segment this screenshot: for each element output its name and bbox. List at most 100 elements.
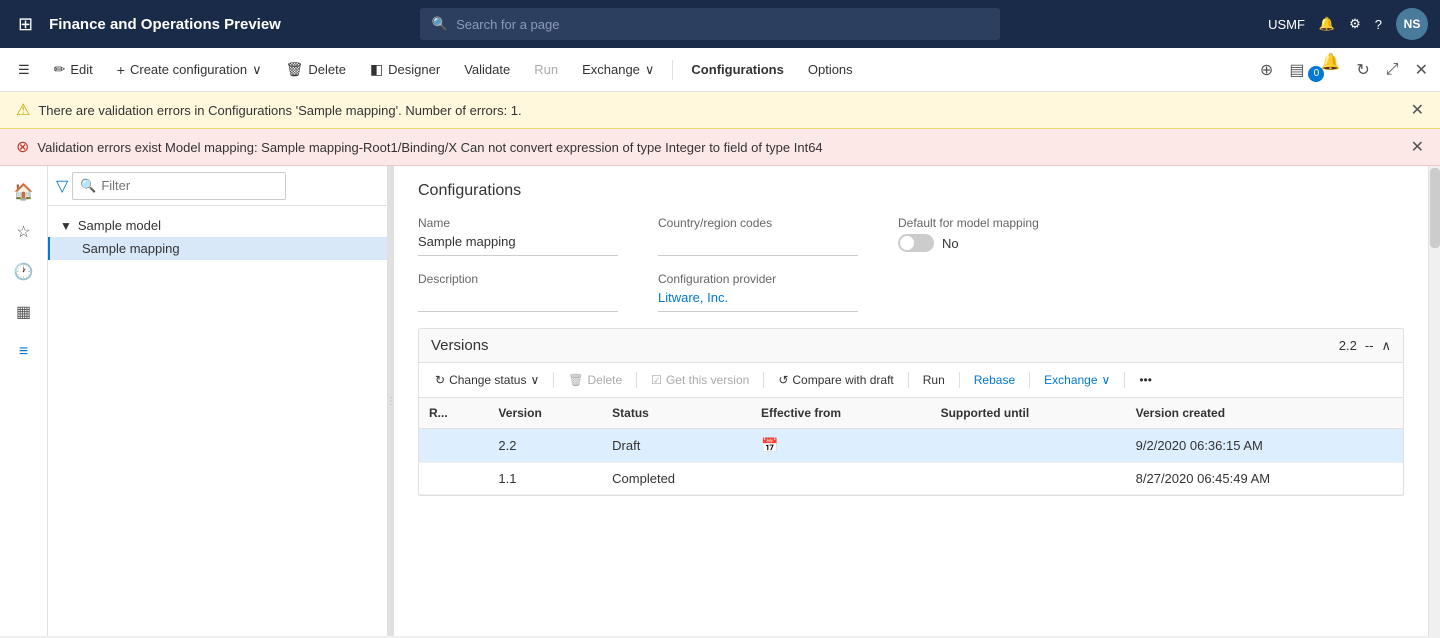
cell-version-created: 9/2/2020 06:36:15 AM [1126, 429, 1403, 463]
cell-r [419, 463, 488, 495]
validate-button[interactable]: Validate [454, 58, 520, 81]
versions-table: R... Version Status Effective from Suppo… [419, 398, 1403, 495]
user-region: USMF [1268, 17, 1305, 32]
versions-more-button[interactable]: ••• [1131, 369, 1160, 391]
cell-supported-until [931, 463, 1126, 495]
top-nav-right: USMF 🔔 ⚙ ? NS [1268, 8, 1428, 40]
settings-icon[interactable]: ⚙ [1349, 16, 1361, 32]
ver-separator-6 [1029, 372, 1030, 388]
column-icon[interactable]: ▤ [1285, 56, 1308, 84]
col-supported-until: Supported until [931, 398, 1126, 429]
col-version: Version [488, 398, 602, 429]
default-toggle[interactable] [898, 234, 934, 252]
tree-toolbar: ▽ 🔍 [48, 166, 387, 206]
app-title: Finance and Operations Preview [49, 16, 281, 33]
configurations-tab[interactable]: Configurations [681, 58, 793, 81]
configurations-section-title: Configurations [418, 182, 1404, 200]
warning-text: There are validation errors in Configura… [38, 103, 521, 118]
error-text: Validation errors exist Model mapping: S… [37, 140, 822, 155]
rebase-button[interactable]: Rebase [966, 369, 1023, 391]
command-bar: ☰ ✏ Edit + Create configuration ∨ 🗑 Dele… [0, 48, 1440, 92]
options-tab[interactable]: Options [798, 58, 863, 81]
top-navigation: ⊞ Finance and Operations Preview 🔍 USMF … [0, 0, 1440, 48]
provider-value[interactable]: Litware, Inc. [658, 290, 858, 312]
name-label: Name [418, 216, 618, 230]
tree-child-item[interactable]: Sample mapping [48, 237, 387, 260]
default-label: Default for model mapping [898, 216, 1039, 230]
pin-icon[interactable]: ⊕ [1256, 56, 1277, 84]
cell-version-created: 8/27/2020 06:45:49 AM [1126, 463, 1403, 495]
error-close-button[interactable]: ✕ [1411, 137, 1424, 157]
versions-collapse-icon[interactable]: ∧ [1381, 338, 1391, 354]
compare-with-draft-button[interactable]: ↺ Compare with draft [770, 369, 901, 391]
modules-icon[interactable]: ≡ [6, 334, 42, 370]
close-icon[interactable]: ✕ [1411, 56, 1432, 84]
delete-button[interactable]: 🗑 Delete [276, 57, 356, 82]
table-row[interactable]: 1.1 Completed 8/27/2020 06:45:49 AM [419, 463, 1403, 495]
change-status-button[interactable]: ↻ Change status ∨ [427, 369, 547, 391]
notification-icon[interactable]: 🔔 [1319, 16, 1335, 32]
col-effective-from: Effective from [751, 398, 931, 429]
delete-icon: 🗑 [286, 61, 304, 78]
change-status-refresh-icon: ↻ [435, 373, 445, 387]
workspaces-icon[interactable]: ▦ [6, 294, 42, 330]
menu-toggle-button[interactable]: ☰ [8, 58, 40, 82]
col-r: R... [419, 398, 488, 429]
error-icon: ⊗ [16, 137, 29, 157]
compare-icon: ↺ [778, 373, 788, 387]
create-configuration-button[interactable]: + Create configuration ∨ [107, 58, 272, 82]
cell-effective-from [751, 463, 931, 495]
description-field-group: Description [418, 272, 618, 312]
versions-exchange-chevron: ∨ [1102, 373, 1111, 387]
form-row-2: Description Configuration provider Litwa… [418, 272, 1404, 312]
versions-run-button[interactable]: Run [915, 369, 953, 391]
search-input[interactable] [456, 17, 988, 32]
provider-field-group: Configuration provider Litware, Inc. [658, 272, 858, 312]
search-bar: 🔍 [420, 8, 1000, 40]
get-this-version-button[interactable]: ☑ Get this version [643, 369, 757, 391]
warning-close-button[interactable]: ✕ [1411, 100, 1424, 120]
content-panel: Configurations Name Sample mapping Count… [394, 166, 1428, 636]
table-row[interactable]: 2.2 Draft 📅 9/2/2020 06:36:15 AM [419, 429, 1403, 463]
warning-icon: ⚠ [16, 100, 30, 120]
versions-toolbar: ↻ Change status ∨ 🗑 Delete ☑ Get this ve… [419, 363, 1403, 398]
designer-button[interactable]: ◧ Designer [360, 57, 450, 82]
user-avatar[interactable]: NS [1396, 8, 1428, 40]
notification-count: 0 [1308, 66, 1324, 82]
ver-separator-1 [553, 372, 554, 388]
edit-button[interactable]: ✏ Edit [44, 57, 103, 82]
versions-exchange-button[interactable]: Exchange ∨ [1036, 369, 1118, 391]
refresh-icon[interactable]: ↻ [1352, 56, 1373, 84]
toggle-wrap: No [898, 234, 1039, 252]
versions-delete-button[interactable]: 🗑 Delete [560, 369, 630, 391]
ver-separator-2 [636, 372, 637, 388]
versions-current: 2.2 [1339, 338, 1357, 353]
tree-collapse-icon: ▼ [60, 219, 72, 233]
run-button[interactable]: Run [524, 58, 568, 81]
description-value [418, 290, 618, 312]
tree-root-label: Sample model [78, 218, 161, 233]
edit-icon: ✏ [54, 61, 66, 78]
exchange-button[interactable]: Exchange ∨ [572, 58, 664, 82]
home-icon[interactable]: 🏠 [6, 174, 42, 210]
hamburger-icon: ☰ [18, 62, 30, 78]
name-value: Sample mapping [418, 234, 618, 256]
warning-alert: ⚠ There are validation errors in Configu… [0, 92, 1440, 129]
col-status: Status [602, 398, 751, 429]
recent-icon[interactable]: 🕐 [6, 254, 42, 290]
favorites-icon[interactable]: ☆ [6, 214, 42, 250]
help-icon[interactable]: ? [1375, 17, 1382, 32]
tree-filter-input[interactable] [72, 172, 286, 200]
ver-separator-4 [908, 372, 909, 388]
tree-child-label: Sample mapping [82, 241, 180, 256]
plus-icon: + [117, 62, 125, 78]
error-alert: ⊗ Validation errors exist Model mapping:… [0, 129, 1440, 166]
expand-icon[interactable]: ⤢ [1382, 57, 1403, 83]
filter-icon-btn[interactable]: ▽ [56, 176, 68, 196]
main-layout: 🏠 ☆ 🕐 ▦ ≡ ▽ 🔍 ▼ Sample model Sample mapp… [0, 166, 1440, 636]
scrollbar-thumb[interactable] [1430, 168, 1440, 248]
tree-root-item[interactable]: ▼ Sample model [48, 214, 387, 237]
grid-menu-icon[interactable]: ⊞ [12, 8, 39, 41]
cmd-separator [672, 60, 673, 80]
command-bar-right: ⊕ ▤ 🔔 0 ↻ ⤢ ✕ [1256, 52, 1432, 88]
